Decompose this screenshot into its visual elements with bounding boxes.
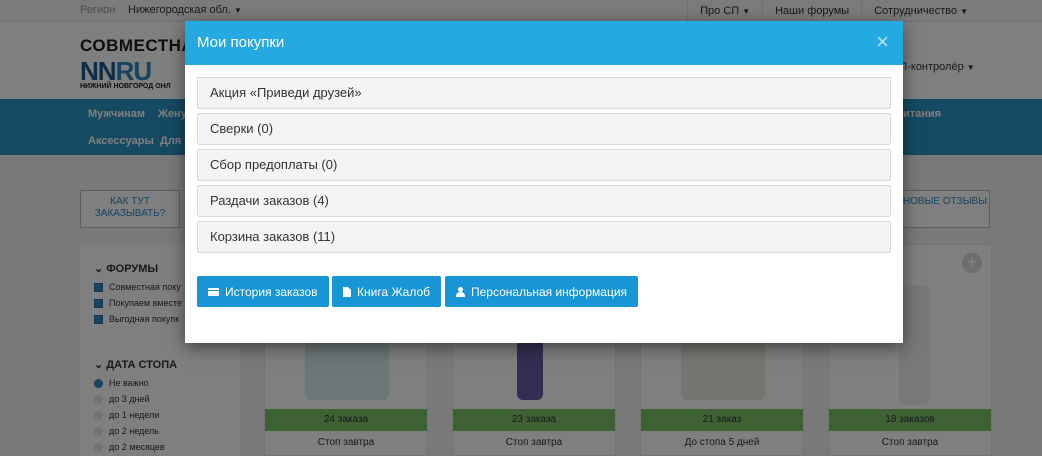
section-referral-promo[interactable]: Акция «Приведи друзей» [197, 77, 891, 109]
complaints-book-label: Книга Жалоб [357, 284, 431, 299]
modal-header: Мои покупки × [185, 21, 903, 65]
order-history-label: История заказов [225, 284, 318, 299]
modal-title: Мои покупки [197, 34, 285, 51]
section-order-basket[interactable]: Корзина заказов (11) [197, 221, 891, 253]
complaints-book-button[interactable]: Книга Жалоб [332, 276, 442, 307]
personal-info-button[interactable]: Персональная информация [445, 276, 639, 307]
close-icon[interactable]: × [876, 30, 889, 54]
section-reconciliations[interactable]: Сверки (0) [197, 113, 891, 145]
credit-card-icon [208, 287, 219, 296]
user-icon [456, 286, 465, 297]
my-purchases-modal: Мои покупки × Акция «Приведи друзей» Све… [185, 21, 903, 343]
order-history-button[interactable]: История заказов [197, 276, 329, 307]
document-icon [343, 286, 351, 297]
section-order-distribution[interactable]: Раздачи заказов (4) [197, 185, 891, 217]
personal-info-label: Персональная информация [471, 284, 628, 299]
section-prepayment[interactable]: Сбор предоплаты (0) [197, 149, 891, 181]
